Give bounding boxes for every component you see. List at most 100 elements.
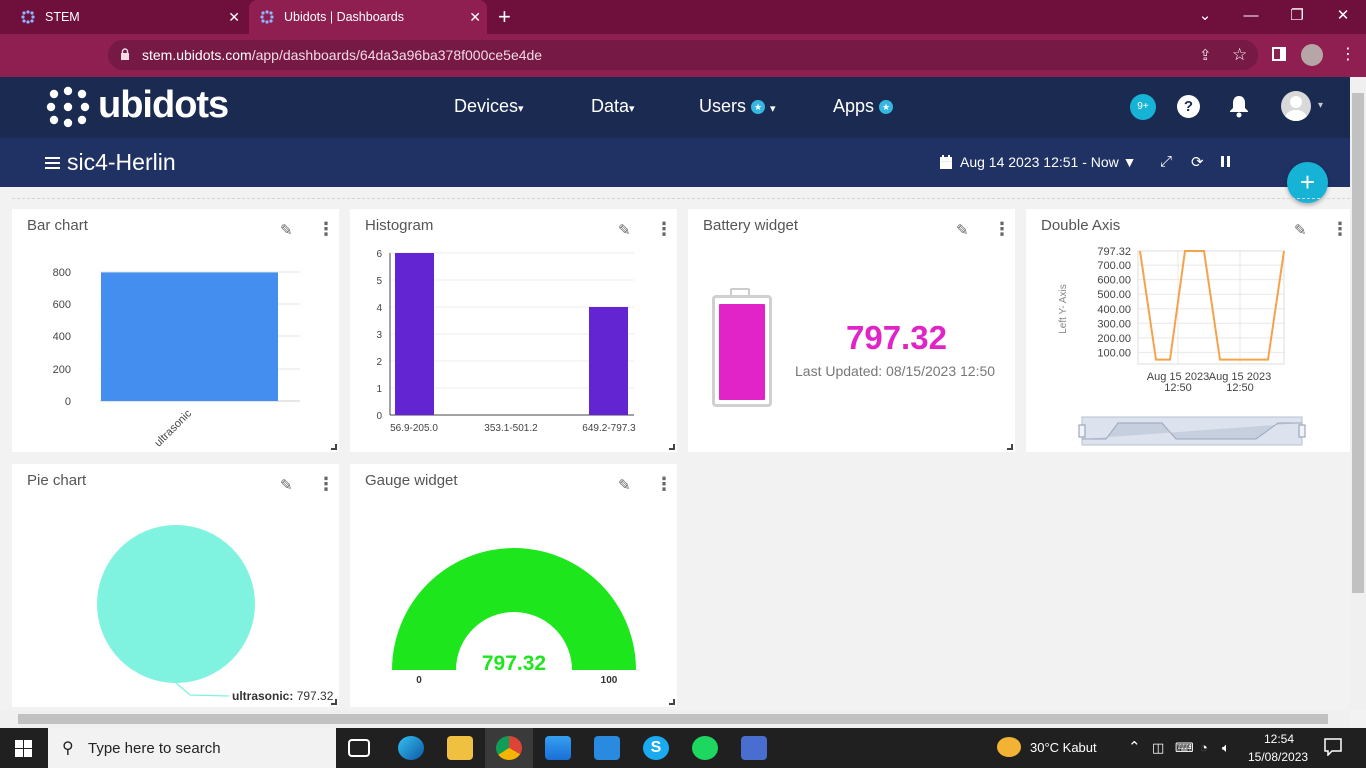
y-tick-label: 5 bbox=[376, 276, 382, 287]
x-tick-label: 56.9-205.0 bbox=[390, 423, 438, 434]
bookmark-star-icon[interactable]: ☆ bbox=[1232, 45, 1247, 65]
task-view-icon[interactable] bbox=[348, 739, 370, 757]
network-app-icon[interactable] bbox=[741, 736, 767, 760]
file-explorer-icon[interactable] bbox=[447, 736, 473, 760]
profile-avatar[interactable] bbox=[1301, 44, 1323, 66]
menu-data[interactable]: Data▾ bbox=[591, 96, 635, 117]
minimize-icon[interactable]: — bbox=[1228, 0, 1274, 34]
last-updated-text: Last Updated: 08/15/2023 12:50 bbox=[795, 363, 996, 379]
resize-handle[interactable] bbox=[1007, 444, 1013, 450]
taskbar-search-box[interactable]: ⚲ Type here to search bbox=[48, 728, 336, 768]
histogram-bar[interactable] bbox=[395, 253, 434, 415]
restore-icon[interactable]: ❐ bbox=[1274, 0, 1320, 34]
resize-handle[interactable] bbox=[669, 699, 675, 705]
weather-icon[interactable] bbox=[997, 737, 1021, 757]
user-avatar[interactable] bbox=[1281, 91, 1311, 121]
range-handle-right[interactable] bbox=[1298, 424, 1306, 438]
caret-down-icon[interactable]: ▾ bbox=[1318, 100, 1323, 111]
add-widget-button[interactable]: + bbox=[1287, 162, 1328, 203]
help-icon[interactable]: ? bbox=[1177, 95, 1200, 118]
y-tick-label: 400.00 bbox=[1097, 304, 1131, 316]
resize-handle[interactable] bbox=[331, 699, 337, 705]
tab-search-chevron-icon[interactable]: ⌄ bbox=[1182, 0, 1228, 34]
url-text[interactable]: stem.ubidots.com/app/dashboards/64da3a96… bbox=[142, 47, 542, 63]
microsoft-store-icon[interactable] bbox=[545, 736, 571, 760]
gauge-min-label: 0 bbox=[416, 675, 422, 686]
x-tick-label: 353.1-501.2 bbox=[484, 423, 538, 434]
y-tick-label: 800 bbox=[53, 267, 71, 279]
ubidots-logo-icon[interactable] bbox=[46, 86, 90, 128]
share-icon[interactable]: ⇪ bbox=[1199, 46, 1212, 64]
gauge-max-label: 100 bbox=[601, 675, 618, 686]
resize-handle[interactable] bbox=[331, 444, 337, 450]
pie-slice-ultrasonic[interactable] bbox=[97, 525, 255, 683]
y-tick-label: 400 bbox=[53, 331, 71, 343]
date-range-picker[interactable]: Aug 14 2023 12:51 - Now ▼ bbox=[960, 154, 1137, 170]
close-tab-icon[interactable]: ✕ bbox=[228, 9, 240, 26]
resize-handle[interactable] bbox=[669, 444, 675, 450]
menu-apps[interactable]: Apps ★ bbox=[833, 96, 894, 117]
notification-center-icon[interactable] bbox=[1324, 738, 1342, 756]
widget-bar-chart: Bar chart ✎ ⋮ 800 600 400 200 0 ultrason… bbox=[12, 209, 339, 452]
menu-users[interactable]: Users ★ ▾ bbox=[699, 96, 776, 117]
browser-tab-ubidots[interactable]: Ubidots | Dashboards ✕ bbox=[249, 0, 487, 34]
dashboard-title[interactable]: sic4-Herlin bbox=[67, 149, 176, 176]
clock-date[interactable]: 15/08/2023 bbox=[1248, 750, 1308, 764]
chevron-up-icon[interactable]: ⌃ bbox=[1128, 738, 1141, 756]
histogram-bar[interactable] bbox=[589, 307, 628, 415]
horizontal-scroll-thumb[interactable] bbox=[18, 714, 1328, 724]
y-tick-label: 200.00 bbox=[1097, 333, 1131, 345]
meet-now-icon[interactable]: ◫ bbox=[1152, 740, 1164, 756]
y-tick-label: 300.00 bbox=[1097, 318, 1131, 330]
fullscreen-icon[interactable]: ⤢ bbox=[1160, 153, 1172, 170]
notification-count-badge[interactable]: 9+ bbox=[1130, 94, 1156, 120]
bell-icon[interactable] bbox=[1228, 94, 1250, 118]
edit-pencil-icon[interactable]: ✎ bbox=[956, 221, 969, 239]
grid-divider bbox=[12, 198, 1350, 199]
menu-devices[interactable]: Devices▾ bbox=[454, 96, 524, 117]
bar-chart-svg: 800 600 400 200 0 ultrasonic bbox=[53, 267, 300, 449]
widget-pie-chart: Pie chart ✎ ⋮ ultrasonic: 797.32 bbox=[12, 464, 339, 707]
pause-icon[interactable] bbox=[1221, 156, 1224, 167]
pie-label-leader bbox=[175, 682, 230, 697]
ubidots-logo-text[interactable]: ubidots bbox=[98, 84, 229, 127]
ubidots-favicon-icon bbox=[21, 10, 35, 24]
widget-battery: Battery widget ✎ ⋮ 797.32 Last Updated: … bbox=[688, 209, 1015, 452]
edge-browser-icon[interactable] bbox=[398, 736, 424, 760]
y-tick-label: 700.00 bbox=[1097, 260, 1131, 272]
range-navigator[interactable] bbox=[1078, 416, 1306, 446]
more-options-icon[interactable]: ⋮ bbox=[993, 219, 1011, 240]
refresh-icon[interactable]: ⟳ bbox=[1191, 153, 1204, 171]
mail-icon[interactable] bbox=[594, 736, 620, 760]
battery-icon bbox=[712, 295, 772, 407]
y-tick-label: 200 bbox=[53, 364, 71, 376]
y-tick-label: 100.00 bbox=[1097, 347, 1131, 359]
range-handle-left[interactable] bbox=[1078, 424, 1086, 438]
wifi-icon[interactable]: ◔ bbox=[1200, 740, 1208, 755]
y-tick-label: 600.00 bbox=[1097, 275, 1131, 287]
ime-icon[interactable]: ⌨ bbox=[1175, 740, 1194, 756]
skype-icon[interactable]: S bbox=[643, 736, 669, 760]
menu-label: Users bbox=[699, 96, 747, 116]
y-axis-title: Left Y- Axis bbox=[1058, 284, 1069, 333]
search-placeholder: Type here to search bbox=[88, 740, 221, 757]
chrome-icon[interactable] bbox=[496, 736, 522, 760]
line-series[interactable] bbox=[1139, 250, 1285, 361]
hamburger-menu-icon[interactable] bbox=[45, 157, 60, 170]
side-panel-icon[interactable] bbox=[1272, 47, 1286, 61]
new-tab-icon[interactable]: + bbox=[498, 4, 511, 30]
clock-time[interactable]: 12:54 bbox=[1264, 732, 1294, 746]
close-tab-icon[interactable]: ✕ bbox=[469, 9, 481, 26]
browser-menu-icon[interactable]: ⋮ bbox=[1340, 44, 1356, 64]
windows-start-icon[interactable] bbox=[15, 740, 32, 757]
volume-icon[interactable]: 🔈︎ bbox=[1222, 740, 1230, 756]
battery-level-fill bbox=[719, 304, 765, 400]
bar-ultrasonic[interactable] bbox=[101, 272, 278, 401]
vertical-scroll-thumb[interactable] bbox=[1352, 93, 1364, 593]
weather-text[interactable]: 30°C Kabut bbox=[1030, 740, 1097, 755]
browser-tab-stem[interactable]: STEM ✕ bbox=[10, 0, 246, 34]
close-window-icon[interactable]: ✕ bbox=[1320, 0, 1366, 34]
spotify-icon[interactable] bbox=[692, 736, 718, 760]
double-axis-svg: 797.32 700.00 600.00 500.00 400.00 300.00 200.… bbox=[1058, 246, 1306, 446]
date-range-text: Aug 14 2023 12:51 - Now bbox=[960, 154, 1119, 170]
